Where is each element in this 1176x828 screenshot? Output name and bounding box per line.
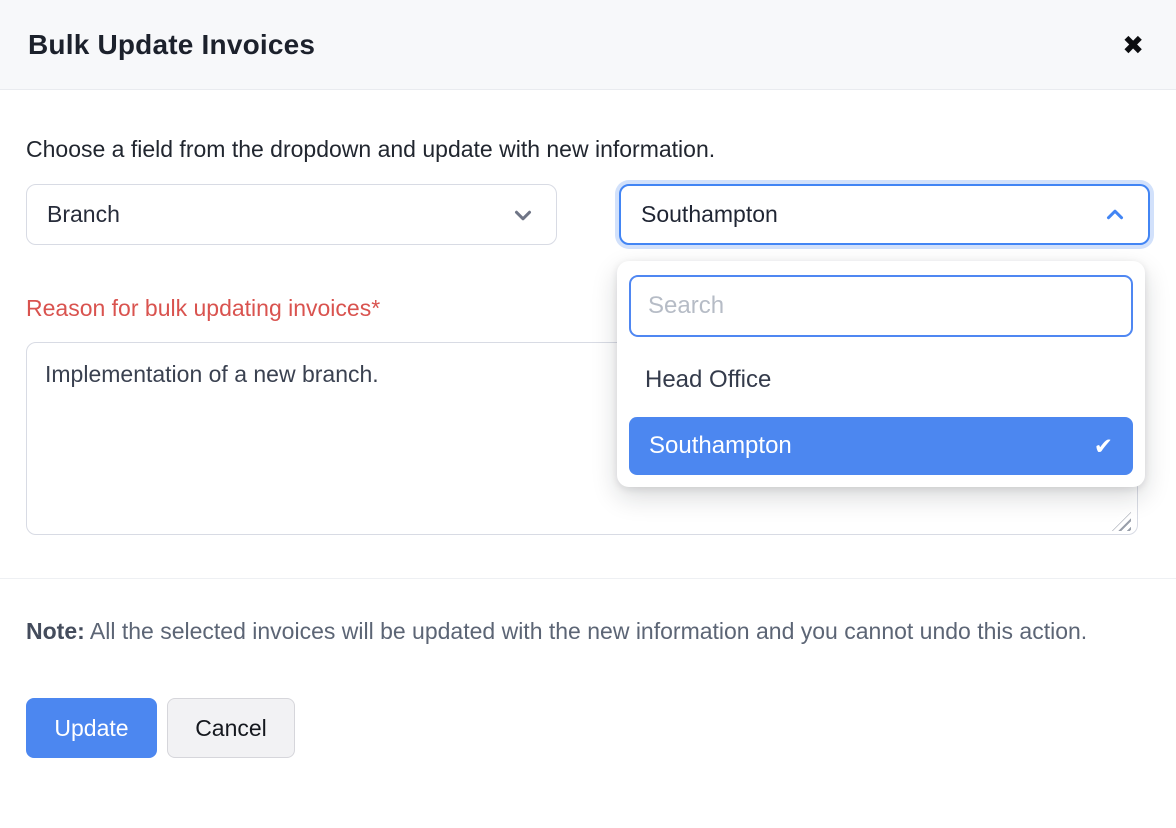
chevron-up-icon bbox=[1102, 202, 1128, 228]
note-prefix: Note: bbox=[26, 618, 85, 644]
cancel-button[interactable]: Cancel bbox=[167, 698, 295, 758]
selects-row: Branch Southampton bbox=[26, 184, 1150, 245]
dropdown-search-input[interactable] bbox=[629, 275, 1133, 337]
dropdown-option-southampton[interactable]: Southampton ✔ bbox=[629, 417, 1133, 475]
note-text: Note: All the selected invoices will be … bbox=[26, 614, 1131, 648]
field-select[interactable]: Branch bbox=[26, 184, 557, 245]
bulk-update-invoices-modal: Bulk Update Invoices ✖ Choose a field fr… bbox=[0, 0, 1176, 828]
instruction-text: Choose a field from the dropdown and upd… bbox=[26, 136, 1150, 163]
close-icon: ✖ bbox=[1122, 30, 1144, 60]
value-select-value: Southampton bbox=[641, 201, 778, 228]
modal-title: Bulk Update Invoices bbox=[28, 29, 315, 61]
field-select-value: Branch bbox=[47, 201, 120, 228]
option-label: Southampton bbox=[649, 432, 792, 460]
close-button[interactable]: ✖ bbox=[1118, 28, 1148, 62]
action-buttons: Update Cancel bbox=[26, 698, 1150, 758]
value-select[interactable]: Southampton bbox=[619, 184, 1150, 245]
branch-dropdown-menu: Head Office Southampton ✔ bbox=[617, 261, 1145, 487]
modal-header: Bulk Update Invoices ✖ bbox=[0, 0, 1176, 90]
chevron-down-icon bbox=[510, 202, 536, 228]
modal-footer: Note: All the selected invoices will be … bbox=[0, 614, 1176, 758]
update-button[interactable]: Update bbox=[26, 698, 157, 758]
note-body: All the selected invoices will be update… bbox=[85, 618, 1087, 644]
footer-divider bbox=[0, 578, 1176, 579]
dropdown-option-head-office[interactable]: Head Office bbox=[629, 351, 1133, 409]
option-label: Head Office bbox=[645, 366, 771, 393]
check-icon: ✔ bbox=[1094, 435, 1113, 458]
